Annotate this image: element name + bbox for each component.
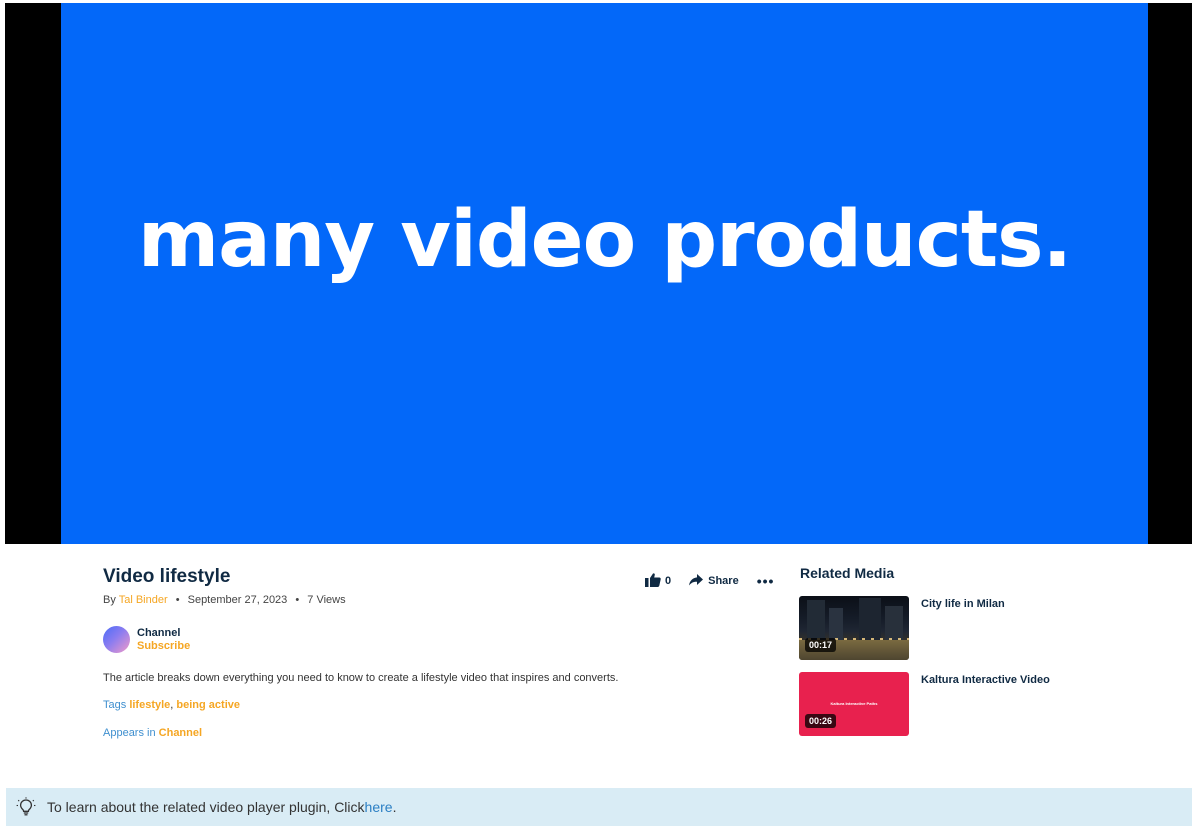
lightbulb-icon bbox=[16, 797, 36, 817]
like-count: 0 bbox=[665, 575, 672, 587]
note-link[interactable]: here bbox=[365, 799, 393, 815]
entry-views: 7 Views bbox=[307, 594, 346, 606]
channel-avatar[interactable] bbox=[103, 626, 130, 653]
appears-in: Appears in Channel bbox=[103, 727, 202, 739]
related-thumbnail[interactable]: 00:17 bbox=[799, 596, 909, 660]
video-player[interactable]: many video products. bbox=[5, 3, 1192, 544]
note-text: To learn about the related video player … bbox=[47, 799, 396, 815]
note-message: To learn about the related video player … bbox=[47, 799, 365, 815]
channel-block: Channel Subscribe bbox=[103, 626, 190, 653]
duration-badge: 00:26 bbox=[805, 714, 837, 728]
thumbs-up-icon bbox=[645, 572, 661, 590]
more-icon[interactable]: ••• bbox=[757, 574, 775, 588]
share-arrow-icon bbox=[689, 573, 704, 589]
tags-label: Tags bbox=[103, 699, 127, 711]
entry-title: Video lifestyle bbox=[103, 566, 231, 587]
tag-link[interactable]: being active bbox=[176, 699, 240, 711]
entry-tags: Tags lifestyle, being active bbox=[103, 699, 240, 711]
duration-badge: 00:17 bbox=[805, 638, 837, 652]
entry-meta: By Tal Binder • September 27, 2023 • 7 V… bbox=[103, 594, 346, 606]
related-media-title: Related Media bbox=[800, 565, 895, 581]
owner-link[interactable]: Tal Binder bbox=[119, 594, 168, 606]
info-note: To learn about the related video player … bbox=[6, 788, 1192, 826]
related-item-title[interactable]: Kaltura Interactive Video bbox=[921, 674, 1050, 686]
appears-label: Appears in bbox=[103, 727, 156, 739]
tag-separator: , bbox=[170, 699, 174, 711]
related-item[interactable]: Kaltura Interactive Paths 00:26 Kaltura … bbox=[799, 672, 1179, 736]
related-item-title[interactable]: City life in Milan bbox=[921, 598, 1005, 610]
appears-channel-link[interactable]: Channel bbox=[159, 727, 202, 739]
share-label: Share bbox=[708, 575, 739, 587]
channel-name[interactable]: Channel bbox=[137, 627, 190, 640]
by-label: By bbox=[103, 594, 116, 606]
subscribe-button[interactable]: Subscribe bbox=[137, 640, 190, 653]
like-button[interactable]: 0 bbox=[645, 572, 672, 590]
note-period: . bbox=[392, 799, 397, 815]
entry-description: The article breaks down everything you n… bbox=[103, 672, 619, 684]
thumbnail-text: Kaltura Interactive Paths bbox=[830, 701, 878, 706]
video-frame[interactable]: many video products. bbox=[61, 3, 1148, 544]
meta-separator: • bbox=[175, 594, 180, 606]
meta-separator: • bbox=[295, 594, 300, 606]
entry-date: September 27, 2023 bbox=[187, 594, 288, 606]
tag-link[interactable]: lifestyle bbox=[129, 699, 170, 711]
entry-actions: 0 Share ••• bbox=[645, 572, 775, 590]
share-button[interactable]: Share bbox=[689, 573, 739, 589]
video-caption: many video products. bbox=[137, 195, 1072, 285]
related-item[interactable]: 00:17 City life in Milan bbox=[799, 596, 1179, 660]
related-thumbnail[interactable]: Kaltura Interactive Paths 00:26 bbox=[799, 672, 909, 736]
